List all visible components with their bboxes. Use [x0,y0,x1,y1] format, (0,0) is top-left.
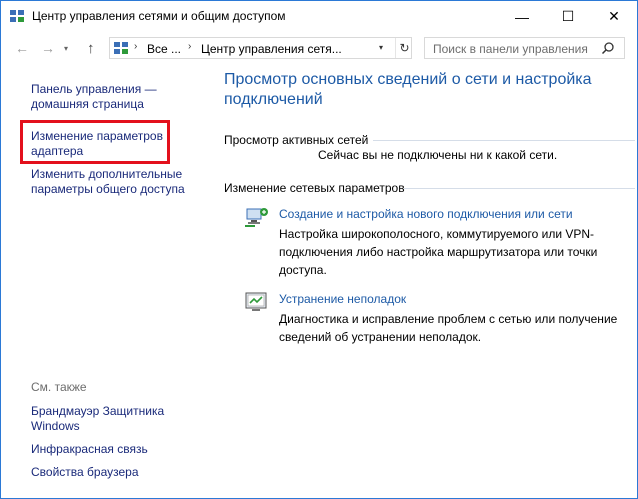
page-title: Просмотр основных сведений о сети и наст… [224,71,592,108]
navigation-bar: ← → ▾ ↑ › Все ... › Центр управления сет… [1,32,637,64]
maximize-icon: ☐ [561,8,575,24]
up-arrow-icon[interactable]: ↑ [87,40,95,57]
address-bar[interactable]: › Все ... › Центр управления сетя... ▾ ↻ [109,37,412,59]
change-settings-heading: Изменение сетевых параметров [224,181,405,195]
back-arrow-icon[interactable]: ← [15,40,29,56]
sidebar-link-firewall[interactable]: Брандмауэр Защитника Windows [31,404,181,434]
window-title: Центр управления сетями и общим доступом [32,9,286,23]
sidebar-link-browser-properties[interactable]: Свойства браузера [31,465,139,480]
window: Центр управления сетями и общим доступом… [0,0,638,499]
minimize-button[interactable]: — [499,1,545,32]
active-networks-heading: Просмотр активных сетей [224,133,369,147]
close-icon: ✕ [608,8,620,24]
troubleshoot-icon [245,292,267,311]
breadcrumb-network-center[interactable]: Центр управления сетя... [201,42,342,56]
new-connection-link[interactable]: Создание и настройка нового подключения … [279,207,573,221]
see-also-heading: См. также [31,380,87,394]
breadcrumb-separator[interactable]: › [134,41,137,52]
close-button[interactable]: ✕ [591,1,637,32]
sidebar-link-sharing-settings[interactable]: Изменить дополнительные параметры общего… [31,167,196,197]
new-connection-description: Настройка широкополосного, коммутируемог… [279,227,598,277]
minimize-icon: — [515,8,529,25]
breadcrumb-separator[interactable]: › [188,41,191,52]
search-input[interactable]: Поиск в панели управления [424,37,625,59]
recent-locations-icon[interactable]: ▾ [64,44,68,53]
title-bar: Центр управления сетями и общим доступом… [1,1,637,32]
forward-arrow-icon[interactable]: → [41,40,55,56]
sidebar-link-infrared[interactable]: Инфракрасная связь [31,442,148,457]
refresh-icon: ↻ [399,41,410,55]
divider [373,140,635,141]
troubleshoot-description: Диагностика и исправление проблем с сеть… [279,312,618,344]
sidebar: Панель управления — домашняя страница Из… [1,64,206,496]
divider [404,188,635,189]
search-placeholder: Поиск в панели управления [433,42,588,56]
maximize-button[interactable]: ☐ [545,1,591,32]
search-icon[interactable] [601,41,615,55]
no-connection-text: Сейчас вы не подключены ни к какой сети. [318,148,558,162]
sidebar-link-home[interactable]: Панель управления — домашняя страница [31,82,181,112]
highlight-box [20,120,170,164]
new-connection-icon [245,208,268,227]
address-dropdown-icon[interactable]: ▾ [379,43,383,52]
troubleshoot-link[interactable]: Устранение неполадок [279,292,406,306]
control-panel-icon [114,42,128,54]
refresh-button[interactable]: ↻ [395,38,413,58]
breadcrumb-all[interactable]: Все ... [147,42,181,56]
network-center-icon [10,10,24,22]
